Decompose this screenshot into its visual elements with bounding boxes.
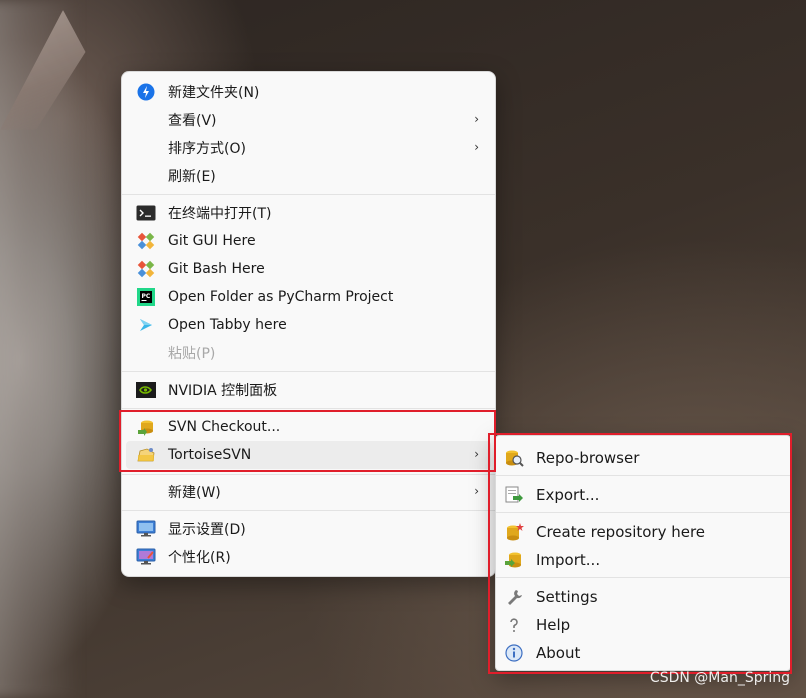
- menu-separator: [496, 475, 790, 476]
- menu-item-tabby[interactable]: Open Tabby here: [126, 311, 491, 339]
- svn-checkout-icon: [136, 417, 156, 437]
- export-icon: [504, 485, 524, 505]
- menu-item-nvidia[interactable]: NVIDIA 控制面板: [126, 376, 491, 404]
- menu-separator: [122, 510, 495, 511]
- submenu-item-label: Import...: [536, 551, 601, 569]
- menu-item-label: SVN Checkout...: [168, 419, 281, 435]
- new-folder-icon: [136, 82, 156, 102]
- menu-item-view[interactable]: 查看(V) ›: [126, 106, 491, 134]
- submenu-item-export[interactable]: Export...: [498, 481, 788, 509]
- menu-item-label: 排序方式(O): [168, 141, 246, 157]
- import-icon: [504, 550, 524, 570]
- menu-separator: [122, 371, 495, 372]
- menu-item-svn-checkout[interactable]: SVN Checkout...: [126, 413, 491, 441]
- menu-item-tortoisesvn[interactable]: TortoiseSVN ›: [126, 441, 491, 469]
- menu-item-sort-by[interactable]: 排序方式(O) ›: [126, 134, 491, 162]
- menu-item-pycharm[interactable]: PC Open Folder as PyCharm Project: [126, 283, 491, 311]
- pycharm-icon: PC: [136, 287, 156, 307]
- menu-item-new[interactable]: 新建(W) ›: [126, 478, 491, 506]
- submenu-item-label: Repo-browser: [536, 449, 640, 467]
- chevron-right-icon: ›: [474, 140, 479, 154]
- chevron-right-icon: ›: [474, 447, 479, 461]
- menu-separator: [496, 577, 790, 578]
- git-icon: [136, 231, 156, 251]
- submenu-item-about[interactable]: About: [498, 639, 788, 667]
- menu-item-label: 在终端中打开(T): [168, 206, 272, 222]
- menu-item-display-settings[interactable]: 显示设置(D): [126, 515, 491, 543]
- menu-item-label: 查看(V): [168, 113, 217, 129]
- menu-item-git-bash[interactable]: Git Bash Here: [126, 255, 491, 283]
- personalize-icon: [136, 547, 156, 567]
- terminal-icon: [136, 203, 156, 223]
- menu-item-label: NVIDIA 控制面板: [168, 383, 278, 399]
- submenu-item-import[interactable]: Import...: [498, 546, 788, 574]
- submenu-item-label: Settings: [536, 588, 598, 606]
- menu-item-label: Open Tabby here: [168, 317, 287, 333]
- menu-item-label: Open Folder as PyCharm Project: [168, 289, 394, 305]
- submenu-item-label: Export...: [536, 486, 600, 504]
- submenu-item-settings[interactable]: Settings: [498, 583, 788, 611]
- tabby-icon: [136, 315, 156, 335]
- menu-item-open-terminal[interactable]: 在终端中打开(T): [126, 199, 491, 227]
- chevron-right-icon: ›: [474, 484, 479, 498]
- info-icon: [504, 643, 524, 663]
- menu-separator: [122, 408, 495, 409]
- menu-item-label: 新建文件夹(N): [168, 85, 260, 101]
- menu-item-label: 显示设置(D): [168, 522, 246, 538]
- menu-item-refresh[interactable]: 刷新(E): [126, 162, 491, 190]
- menu-item-label: TortoiseSVN: [168, 447, 252, 463]
- menu-item-new-folder[interactable]: 新建文件夹(N): [126, 78, 491, 106]
- wrench-icon: [504, 587, 524, 607]
- menu-item-git-gui[interactable]: Git GUI Here: [126, 227, 491, 255]
- menu-item-personalize[interactable]: 个性化(R): [126, 543, 491, 571]
- submenu-item-help[interactable]: Help: [498, 611, 788, 639]
- menu-item-label: 粘贴(P): [168, 346, 216, 362]
- submenu-item-label: Help: [536, 616, 571, 634]
- menu-separator: [122, 474, 495, 475]
- watermark: CSDN @Man_Spring: [649, 670, 790, 686]
- submenu-item-label: Create repository here: [536, 523, 706, 541]
- menu-item-label: 刷新(E): [168, 169, 216, 185]
- help-icon: [504, 615, 524, 635]
- submenu-item-repo-browser[interactable]: Repo-browser: [498, 444, 788, 472]
- git-icon: [136, 259, 156, 279]
- menu-separator: [122, 194, 495, 195]
- submenu-item-label: About: [536, 644, 581, 662]
- tortoisesvn-icon: [136, 445, 156, 465]
- menu-item-label: Git Bash Here: [168, 261, 265, 277]
- menu-separator: [496, 512, 790, 513]
- menu-item-label: Git GUI Here: [168, 233, 256, 249]
- menu-item-label: 个性化(R): [168, 550, 231, 566]
- create-repository-icon: [504, 522, 524, 542]
- submenu-item-create-repository[interactable]: Create repository here: [498, 518, 788, 546]
- display-settings-icon: [136, 519, 156, 539]
- nvidia-icon: [136, 380, 156, 400]
- desktop-context-menu: 新建文件夹(N) 查看(V) › 排序方式(O) › 刷新(E) 在终端中打开(…: [121, 71, 496, 577]
- menu-item-paste: 粘贴(P): [126, 339, 491, 367]
- svg-text:PC: PC: [142, 293, 151, 300]
- repo-browser-icon: [504, 448, 524, 468]
- tortoisesvn-submenu: Repo-browser Export... Create repository…: [495, 435, 791, 671]
- menu-item-label: 新建(W): [168, 485, 221, 501]
- chevron-right-icon: ›: [474, 112, 479, 126]
